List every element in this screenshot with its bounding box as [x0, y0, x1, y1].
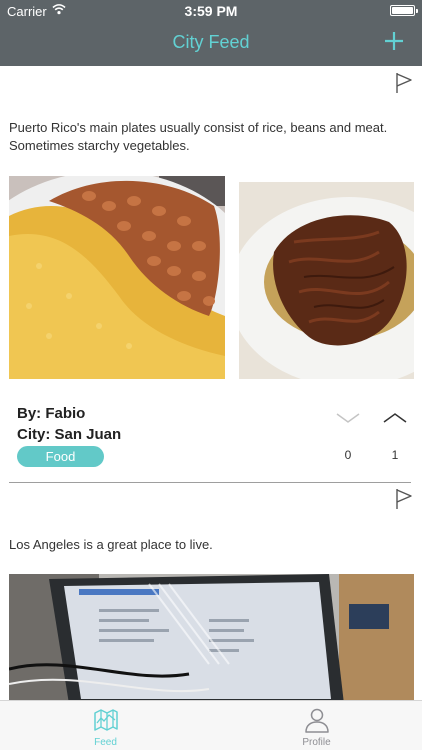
tab-feed[interactable]: Feed	[0, 701, 211, 750]
city-feed-screen: Carrier 3:59 PM City Feed Puerto Rico's …	[0, 0, 422, 750]
category-tag[interactable]: Food	[17, 446, 104, 467]
post-city: City: San Juan	[17, 426, 122, 443]
page-title: City Feed	[172, 32, 250, 52]
person-icon	[305, 708, 329, 733]
upvote-button[interactable]	[382, 410, 408, 426]
tab-profile[interactable]: Profile	[211, 701, 422, 750]
post-divider	[9, 482, 411, 483]
status-bar: Carrier 3:59 PM	[0, 0, 422, 22]
navigation-header: Carrier 3:59 PM City Feed	[0, 0, 422, 66]
shredded-meat-photo[interactable]	[239, 182, 414, 379]
upvote-count: 1	[391, 448, 399, 462]
tab-profile-label: Profile	[302, 737, 331, 748]
laptop-photo[interactable]	[9, 574, 414, 700]
chevron-down-icon	[336, 413, 360, 423]
report-flag-icon[interactable]	[394, 488, 414, 510]
report-flag-icon[interactable]	[394, 72, 414, 94]
battery-icon	[390, 5, 418, 16]
add-post-button[interactable]	[382, 29, 406, 53]
tab-feed-label: Feed	[94, 737, 117, 748]
downvote-button[interactable]	[335, 410, 361, 426]
plus-icon	[385, 32, 403, 50]
chevron-up-icon	[383, 413, 407, 423]
status-time: 3:59 PM	[184, 3, 238, 19]
post-description: Los Angeles is a great place to live.	[9, 537, 213, 552]
downvote-count: 0	[344, 448, 352, 462]
tab-bar: Feed Profile	[0, 700, 422, 750]
rice-and-beans-photo[interactable]	[9, 176, 225, 379]
post-description: Puerto Rico's main plates usually consis…	[9, 120, 388, 153]
map-icon	[94, 709, 118, 731]
post-author: By: Fabio	[17, 405, 86, 422]
feed-list[interactable]: Puerto Rico's main plates usually consis…	[0, 66, 422, 700]
